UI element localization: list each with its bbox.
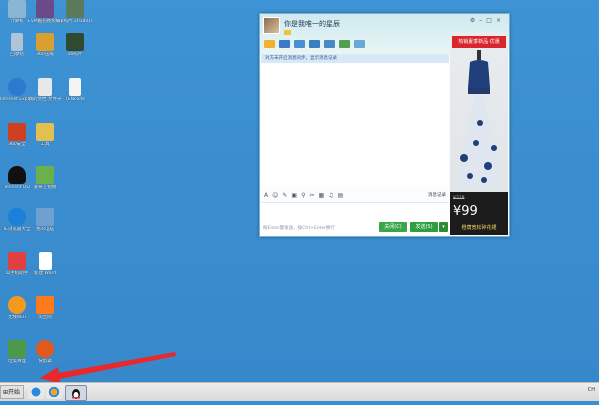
ie-taskbar-icon[interactable]: [28, 385, 44, 399]
start-button[interactable]: ⊞开始: [0, 385, 24, 399]
qq-taskbar-button[interactable]: [65, 385, 87, 401]
browser-taskbar-icon[interactable]: [46, 385, 62, 399]
taskbar: ⊞开始 CH: [0, 382, 599, 401]
qq-penguin-icon: [72, 389, 80, 399]
desktop: 计算机 回收站 Internet Explorer 360安全 Tencent …: [0, 0, 599, 384]
annotation-arrow: [40, 352, 176, 384]
system-tray[interactable]: CH: [588, 387, 595, 393]
